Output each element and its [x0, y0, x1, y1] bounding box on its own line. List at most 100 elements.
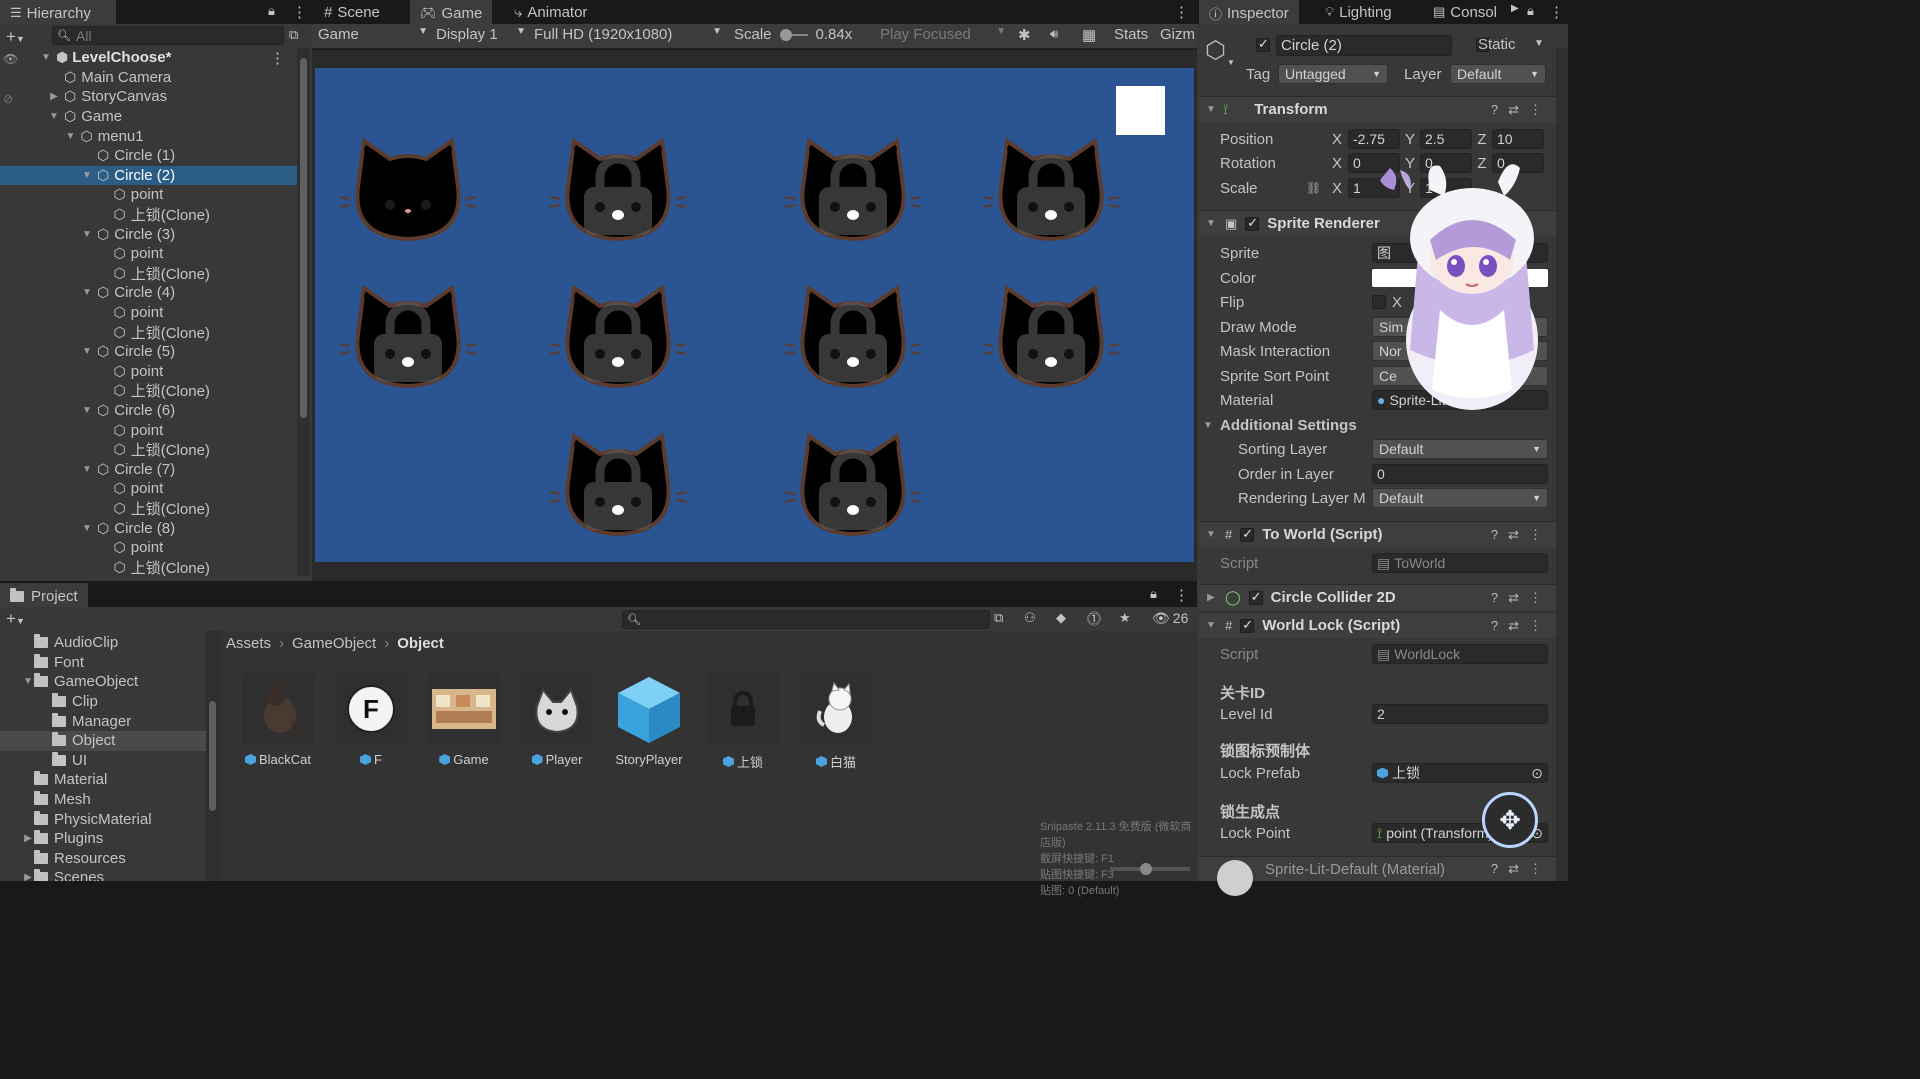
hierarchy-item[interactable]: ▼ ⬡ Circle (6): [0, 401, 297, 421]
game-mode-dropdown[interactable]: Game ▼: [318, 26, 428, 43]
to-world-header[interactable]: ▼ # To World (Script) ?⇄⋮: [1199, 521, 1556, 547]
stats-button[interactable]: Stats: [1114, 26, 1148, 43]
hidden-eye-icon[interactable]: ⊘: [3, 92, 13, 106]
level-cat-button[interactable]: [339, 137, 477, 242]
grid-layout-icon[interactable]: ▦: [1082, 26, 1096, 44]
world-lock-header[interactable]: ▼ # World Lock (Script) ?⇄⋮: [1199, 612, 1556, 638]
hierarchy-item[interactable]: ▼ ⬡ Circle (7): [0, 460, 297, 480]
hierarchy-item[interactable]: ▼ ⬡ Circle (8): [0, 518, 297, 538]
hierarchy-item[interactable]: ▶ ⬡ StoryCanvas: [0, 87, 297, 107]
expand-arrow-icon[interactable]: ▼: [81, 346, 93, 357]
hierarchy-scrollbar-thumb[interactable]: [300, 58, 307, 418]
level-cat-button[interactable]: [982, 137, 1120, 242]
hierarchy-item[interactable]: ▼ ⬡ Circle (2): [0, 165, 297, 186]
hierarchy-item[interactable]: ⬡ 上锁(Clone): [0, 264, 297, 284]
rendering-layer-dropdown[interactable]: Default ▼: [1372, 488, 1548, 508]
expand-arrow-icon[interactable]: ▼: [81, 464, 93, 475]
position-y-field[interactable]: 2.5: [1420, 129, 1472, 149]
hierarchy-item[interactable]: ⬡ 上锁(Clone): [0, 440, 297, 460]
asset-tile[interactable]: 白猫: [800, 673, 872, 771]
tab-scene[interactable]: # Scene: [314, 0, 390, 24]
hierarchy-item[interactable]: ⬡ point: [0, 244, 297, 264]
hierarchy-item[interactable]: ⬡ 上锁(Clone): [0, 322, 297, 342]
hierarchy-scrollbar[interactable]: [297, 48, 310, 576]
hierarchy-item[interactable]: ▼ ⬡ Circle (3): [0, 224, 297, 244]
tab-lighting[interactable]: 💡︎ Lighting: [1315, 0, 1402, 24]
active-checkbox[interactable]: [1256, 36, 1270, 52]
hierarchy-item[interactable]: ⬡ 上锁(Clone): [0, 558, 297, 576]
tag-dropdown[interactable]: Untagged ▼: [1278, 64, 1388, 84]
component-menu-icon[interactable]: ⋮: [1529, 102, 1542, 118]
position-x-field[interactable]: -2.75: [1348, 129, 1400, 149]
expand-arrow-icon[interactable]: ▼: [48, 111, 60, 122]
lock-prefab-field[interactable]: 上锁 ⊙: [1372, 763, 1548, 783]
display-dropdown[interactable]: Display 1 ▼: [436, 26, 526, 43]
asset-tile[interactable]: Player: [521, 673, 593, 767]
object-name-field[interactable]: Circle (2): [1276, 35, 1452, 56]
tab-animator[interactable]: ⤷ Animator: [504, 0, 597, 24]
search-options-icon[interactable]: ⧉: [289, 27, 298, 43]
hierarchy-item[interactable]: ⬡ point: [0, 362, 297, 382]
resolution-dropdown[interactable]: Full HD (1920x1080) ▼: [534, 26, 722, 43]
order-in-layer-field[interactable]: 0: [1372, 464, 1548, 484]
hierarchy-item[interactable]: ⬡ 上锁(Clone): [0, 499, 297, 519]
level-cat-button[interactable]: [339, 284, 477, 389]
add-button[interactable]: +▼: [6, 27, 25, 47]
hierarchy-item[interactable]: ⬡ Circle (1): [0, 146, 297, 166]
tab-hierarchy[interactable]: ☰ Hierarchy: [0, 0, 116, 24]
sorting-layer-dropdown[interactable]: Default ▼: [1372, 439, 1548, 459]
component-menu-icon[interactable]: ⋮: [1529, 861, 1542, 877]
thumbnail-size-slider[interactable]: [1110, 863, 1190, 875]
preset-icon[interactable]: ⇄: [1508, 861, 1519, 877]
expand-arrow-icon[interactable]: ▼: [81, 229, 93, 240]
tab-project[interactable]: Project: [0, 583, 88, 607]
project-lock-icon[interactable]: 🔒︎: [1150, 586, 1157, 602]
project-more-icon[interactable]: ⋮: [1174, 586, 1189, 604]
level-id-field[interactable]: 2: [1372, 704, 1548, 724]
expand-arrow-icon[interactable]: ▼: [65, 131, 77, 142]
inspector-more-icon[interactable]: ⋮: [1549, 3, 1564, 21]
scale-slider[interactable]: [779, 28, 808, 41]
tab-overflow-icon[interactable]: ▶: [1511, 3, 1519, 14]
play-mode-dropdown[interactable]: Play Focused ▼: [880, 26, 1006, 43]
center-more-icon[interactable]: ⋮: [1174, 3, 1189, 21]
asset-tile[interactable]: Game: [428, 673, 500, 767]
layer-dropdown[interactable]: Default ▼: [1450, 64, 1546, 84]
bug-icon[interactable]: ✱: [1018, 26, 1031, 44]
expand-arrow-icon[interactable]: ▶: [48, 91, 60, 102]
asset-tile[interactable]: 上锁: [707, 673, 779, 771]
material-footer[interactable]: Sprite-Lit-Default (Material) ? ⇄ ⋮: [1199, 856, 1556, 896]
hierarchy-item[interactable]: ⬡ Main Camera: [0, 68, 297, 88]
to-world-enabled-checkbox[interactable]: [1240, 526, 1255, 542]
hierarchy-item[interactable]: ⬡ point: [0, 479, 297, 499]
tab-game[interactable]: 🎮︎ Game: [410, 0, 493, 24]
floating-assistant-icon[interactable]: ✥: [1482, 792, 1538, 848]
game-canvas[interactable]: [315, 68, 1194, 562]
hierarchy-item[interactable]: ⬡ 上锁(Clone): [0, 205, 297, 225]
level-cat-button[interactable]: [784, 137, 922, 242]
preset-icon[interactable]: ⇄: [1508, 102, 1519, 118]
hierarchy-item[interactable]: ⬡ point: [0, 303, 297, 323]
level-cat-button[interactable]: [549, 137, 687, 242]
level-cat-button[interactable]: [549, 284, 687, 389]
hierarchy-item[interactable]: ▼ ⬡ Circle (5): [0, 342, 297, 362]
help-icon[interactable]: ?: [1491, 618, 1498, 634]
level-cat-button[interactable]: [982, 284, 1120, 389]
expand-arrow-icon[interactable]: ▼: [81, 405, 93, 416]
level-cat-button[interactable]: [549, 432, 687, 537]
additional-settings-foldout[interactable]: ▼ Additional Settings: [1202, 414, 1357, 436]
tab-console[interactable]: ▤ Consol: [1423, 0, 1507, 24]
preset-icon[interactable]: ⇄: [1508, 618, 1519, 634]
preset-icon[interactable]: ⇄: [1508, 527, 1519, 543]
expand-arrow-icon[interactable]: ▼: [81, 287, 93, 298]
asset-tile[interactable]: BlackCat: [242, 673, 314, 767]
hierarchy-search-input[interactable]: 🔍︎ All: [52, 26, 284, 45]
asset-tile[interactable]: FF: [335, 673, 407, 767]
hierarchy-item[interactable]: ▼ ⬡ Game: [0, 107, 297, 127]
hierarchy-item[interactable]: ⬡ point: [0, 420, 297, 440]
constrain-proportions-icon[interactable]: ⛓︎: [1306, 181, 1332, 195]
icon-dropdown-arrow[interactable]: ▼: [1227, 58, 1235, 67]
level-cat-button[interactable]: [784, 432, 922, 537]
transform-header[interactable]: ▼ ⟟ Transform ? ⇄ ⋮: [1199, 96, 1556, 122]
circle-collider-header[interactable]: ▶ ◯ Circle Collider 2D ?⇄⋮: [1199, 584, 1556, 610]
